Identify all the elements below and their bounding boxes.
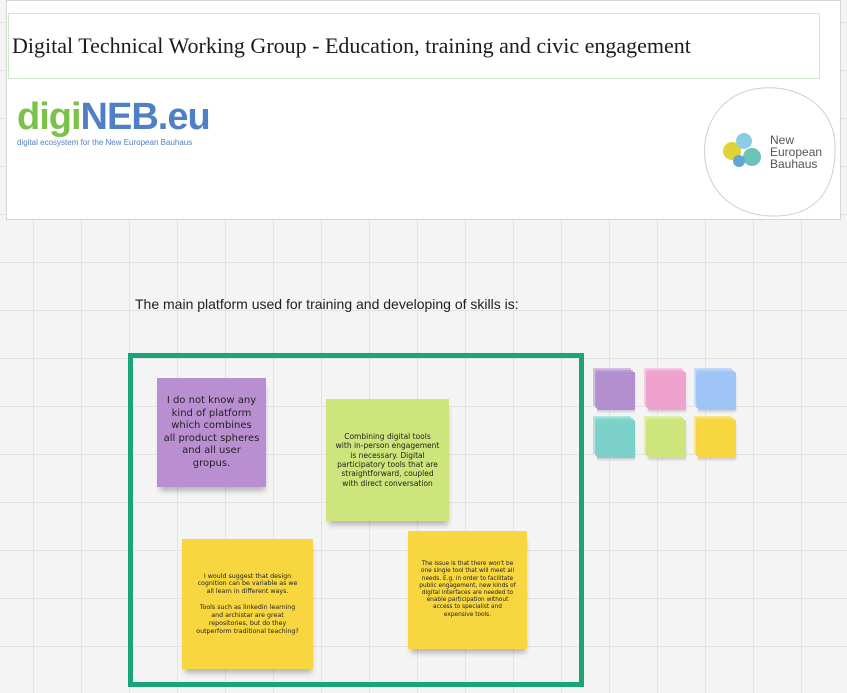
sticky-note-text: Combining digital tools with in-person e… — [335, 431, 440, 488]
sticky-note[interactable]: I do not know any kind of platform which… — [157, 378, 266, 487]
header-card: Digital Technical Working Group - Educat… — [6, 0, 841, 220]
sticky-stack-blue[interactable] — [694, 368, 736, 410]
sticky-note[interactable]: Combining digital tools with in-person e… — [326, 399, 449, 521]
page-title: Digital Technical Working Group - Educat… — [12, 33, 691, 58]
sticky-note-text: I would suggest that design cognition ca… — [196, 572, 299, 635]
board-prompt[interactable]: The main platform used for training and … — [135, 296, 519, 312]
sticky-note-text: I do not know any kind of platform which… — [163, 395, 260, 469]
logo-part-neb: NEB — [80, 96, 159, 138]
sticky-note[interactable]: The issue is that there won't be one sin… — [408, 531, 527, 649]
logo-part-digi: digi — [17, 96, 82, 138]
logo-tagline: digital ecosystem for the New European B… — [17, 138, 193, 147]
sticky-stack-yellow[interactable] — [694, 416, 736, 458]
sticky-stack-pink[interactable] — [644, 368, 686, 410]
neb-logo-text: New European Bauhaus — [770, 133, 823, 171]
sticky-note[interactable]: I would suggest that design cognition ca… — [182, 539, 313, 669]
logo-part-eu: .eu — [157, 96, 211, 138]
diginerb-logo: digiNEB.eu digital ecosystem for the New… — [17, 96, 211, 147]
sticky-stack-green[interactable] — [644, 416, 686, 458]
sticky-stack-purple[interactable] — [593, 368, 635, 410]
sticky-note-text: The issue is that there won't be one sin… — [419, 561, 516, 618]
title-box[interactable]: Digital Technical Working Group - Educat… — [8, 13, 820, 79]
sticky-stack-teal[interactable] — [593, 416, 635, 458]
